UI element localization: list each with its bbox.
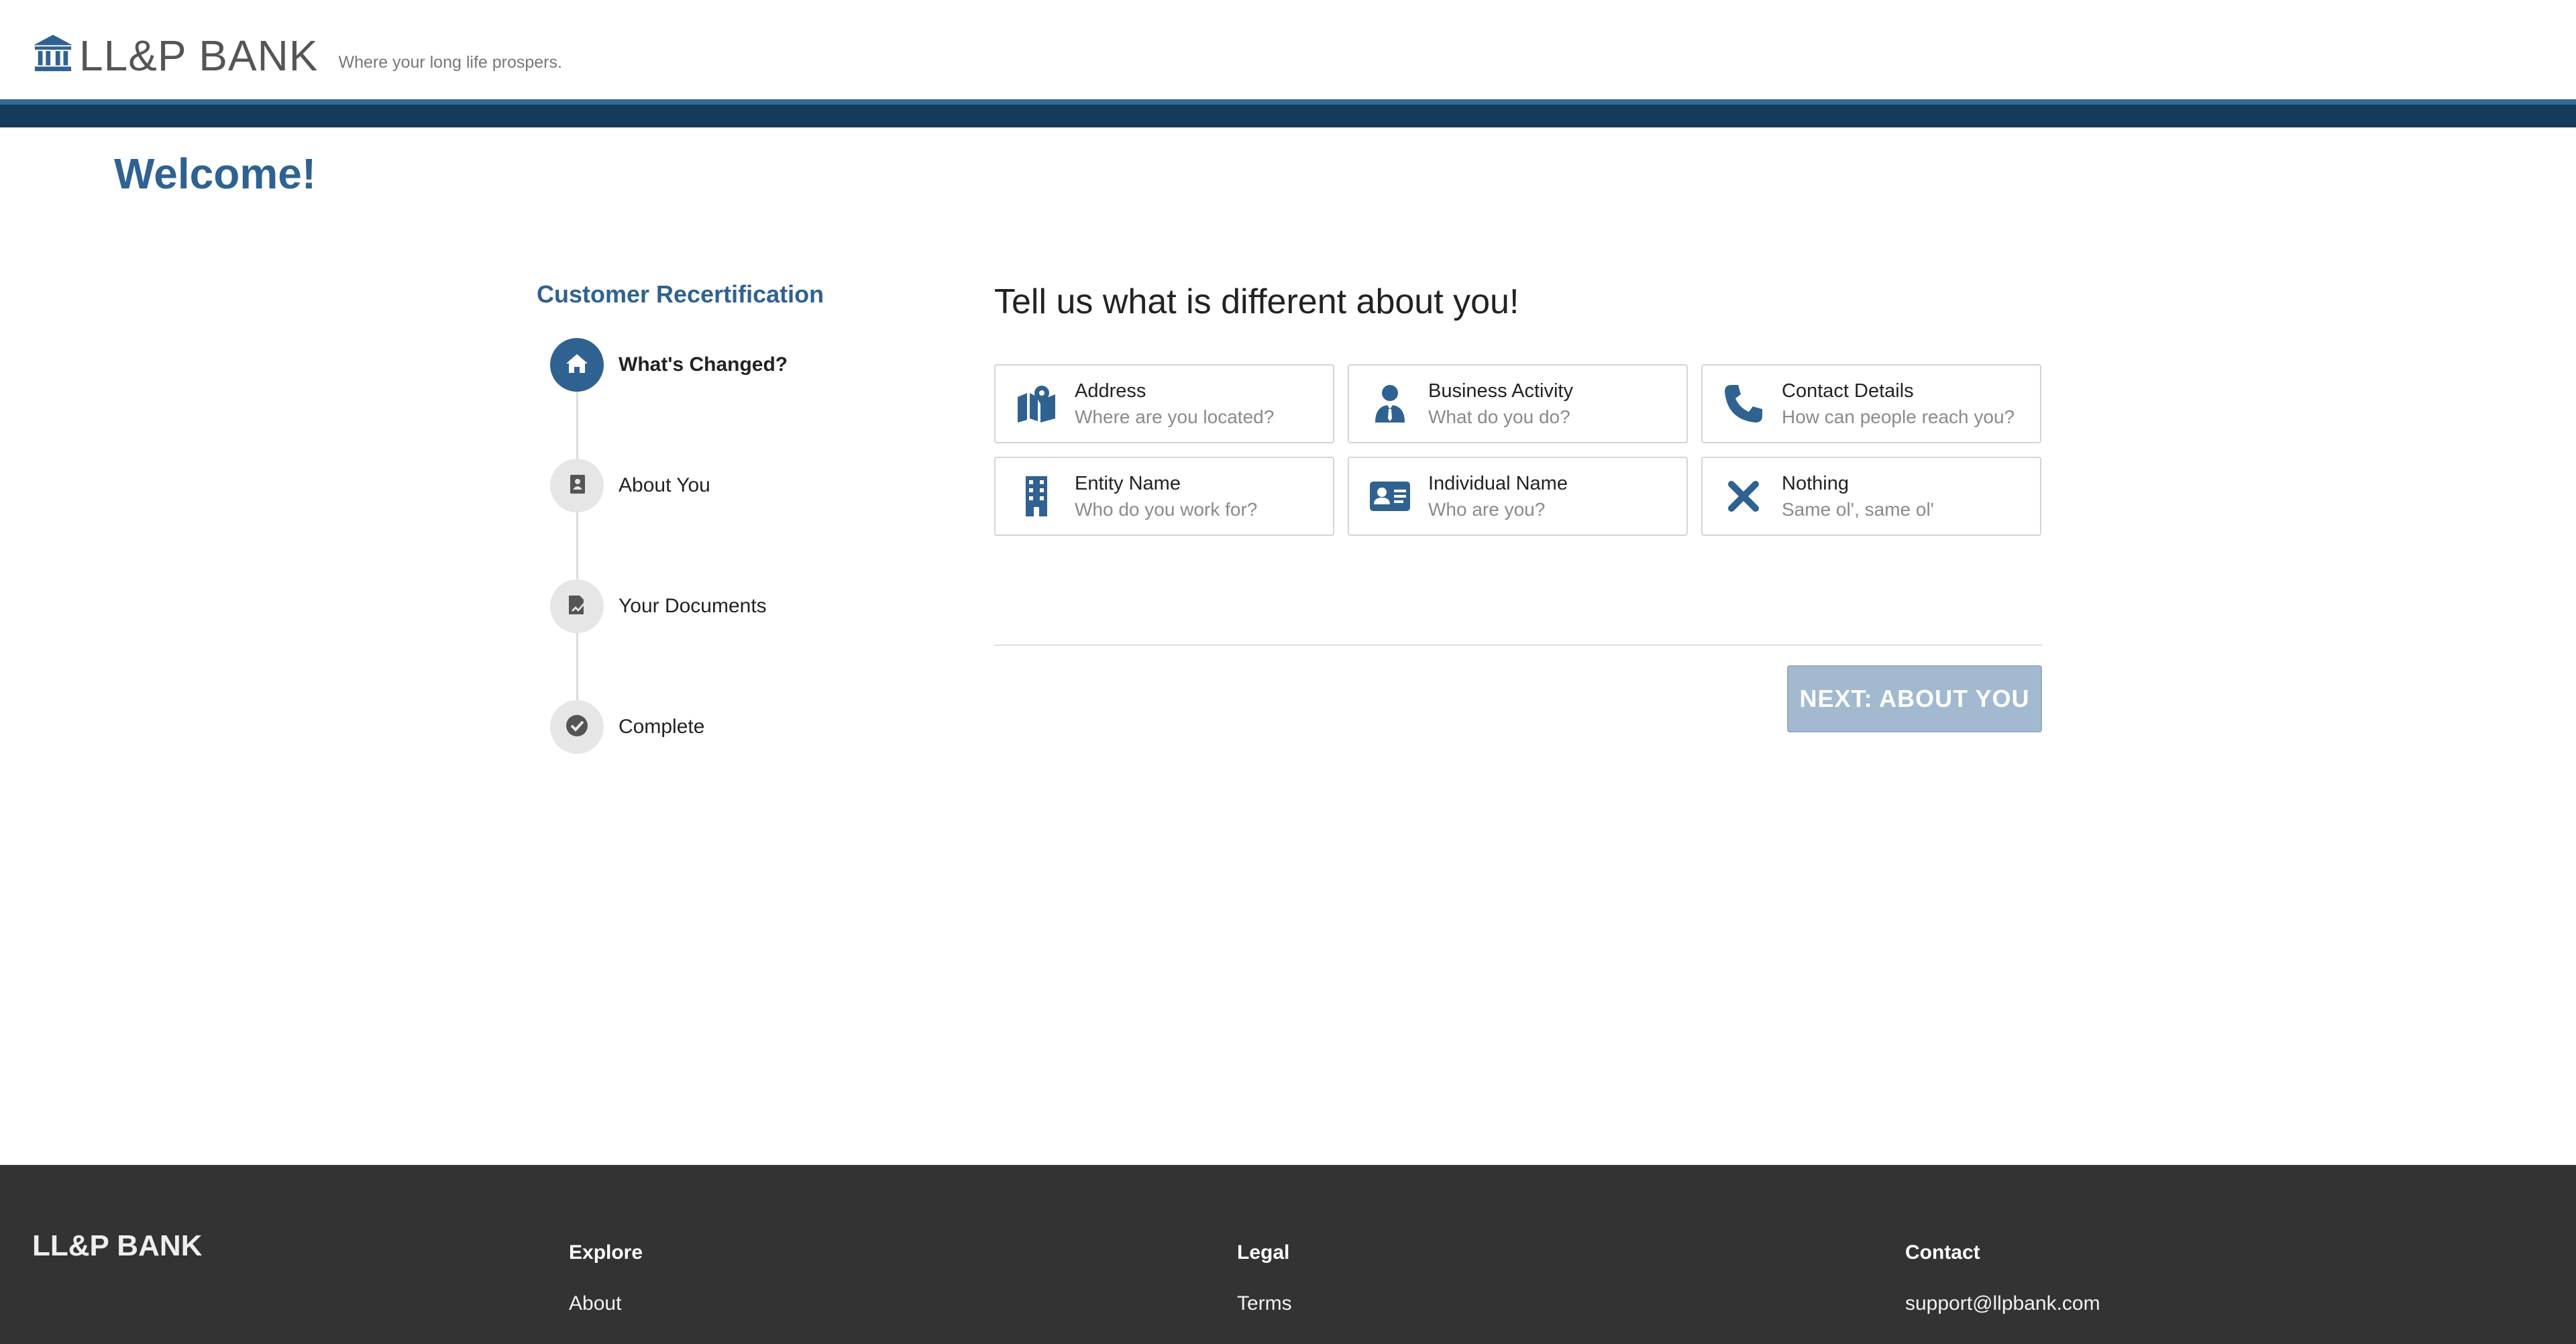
footer-col-contact: Contact support@llpbank.com xyxy=(1905,1241,2100,1315)
option-title: Contact Details xyxy=(1782,380,1914,402)
x-icon xyxy=(1720,473,1767,520)
header-band-light xyxy=(0,99,2576,105)
id-card-icon xyxy=(1366,473,1413,520)
footer-link-about[interactable]: About xyxy=(569,1292,643,1315)
site-header: LL&P BANK Where your long life prospers. xyxy=(0,0,2576,99)
footer-link-support-email[interactable]: support@llpbank.com xyxy=(1905,1292,2100,1315)
businessman-icon xyxy=(1366,380,1413,427)
bank-icon xyxy=(32,32,74,74)
content-divider xyxy=(994,645,2042,646)
stepper-title: Customer Recertification xyxy=(537,280,824,308)
page-title: Welcome! xyxy=(114,150,317,198)
option-individual-name[interactable]: Individual Name Who are you? xyxy=(1348,457,1688,536)
footer-link-terms[interactable]: Terms xyxy=(1237,1292,1292,1315)
change-options-grid: Address Where are you located? Business … xyxy=(994,364,2042,536)
option-entity-name[interactable]: Entity Name Who do you work for? xyxy=(994,457,1334,536)
brand-logo[interactable]: LL&P BANK Where your long life prospers. xyxy=(32,25,562,79)
step-label: What's Changed? xyxy=(619,353,788,376)
phone-icon xyxy=(1720,380,1767,427)
option-nothing[interactable]: Nothing Same ol', same ol' xyxy=(1701,457,2041,536)
next-about-you-button[interactable]: NEXT: ABOUT YOU xyxy=(1787,665,2042,732)
step-label: About You xyxy=(619,474,710,496)
option-business-activity[interactable]: Business Activity What do you do? xyxy=(1348,364,1688,443)
step-about-you[interactable]: About You xyxy=(550,459,710,512)
option-title: Address xyxy=(1075,380,1146,402)
stepper-connector xyxy=(576,392,578,727)
option-subtitle: Who are you? xyxy=(1428,499,1546,520)
step-label: Complete xyxy=(619,716,705,738)
step-label: Your Documents xyxy=(619,595,767,617)
step-circle xyxy=(550,579,604,633)
option-subtitle: What do you do? xyxy=(1428,406,1570,427)
main-heading: Tell us what is different about you! xyxy=(994,282,1519,321)
step-complete[interactable]: Complete xyxy=(550,700,704,754)
option-title: Entity Name xyxy=(1075,473,1181,494)
document-sign-icon xyxy=(564,592,590,622)
brand-tagline: Where your long life prospers. xyxy=(338,53,562,72)
step-your-documents[interactable]: Your Documents xyxy=(550,579,767,633)
footer-col-title: Explore xyxy=(569,1241,643,1264)
footer-brand: LL&P BANK xyxy=(32,1229,203,1262)
contact-book-icon xyxy=(564,471,590,501)
check-circle-icon xyxy=(564,712,590,742)
home-icon xyxy=(564,350,590,380)
option-subtitle: Same ol', same ol' xyxy=(1782,499,1935,520)
footer-col-explore: Explore About xyxy=(569,1241,643,1315)
option-title: Individual Name xyxy=(1428,473,1568,494)
option-title: Business Activity xyxy=(1428,380,1573,402)
brand-name: LL&P BANK xyxy=(79,32,319,80)
map-location-icon xyxy=(1013,380,1060,427)
step-circle xyxy=(550,338,604,392)
step-circle xyxy=(550,700,604,754)
option-contact-details[interactable]: Contact Details How can people reach you… xyxy=(1701,364,2041,443)
footer-col-title: Legal xyxy=(1237,1241,1290,1264)
option-subtitle: Where are you located? xyxy=(1075,406,1275,427)
header-band-dark xyxy=(0,105,2576,127)
step-circle xyxy=(550,459,604,512)
step-whats-changed[interactable]: What's Changed? xyxy=(550,338,788,392)
option-address[interactable]: Address Where are you located? xyxy=(994,364,1334,443)
option-subtitle: How can people reach you? xyxy=(1782,406,2015,427)
option-subtitle: Who do you work for? xyxy=(1075,499,1258,520)
footer-col-title: Contact xyxy=(1905,1241,1980,1264)
building-icon xyxy=(1013,473,1060,520)
site-footer: LL&P BANK Explore About Legal Terms Cont… xyxy=(0,1165,2576,1344)
footer-col-legal: Legal Terms xyxy=(1237,1241,1292,1315)
option-title: Nothing xyxy=(1782,473,1849,494)
